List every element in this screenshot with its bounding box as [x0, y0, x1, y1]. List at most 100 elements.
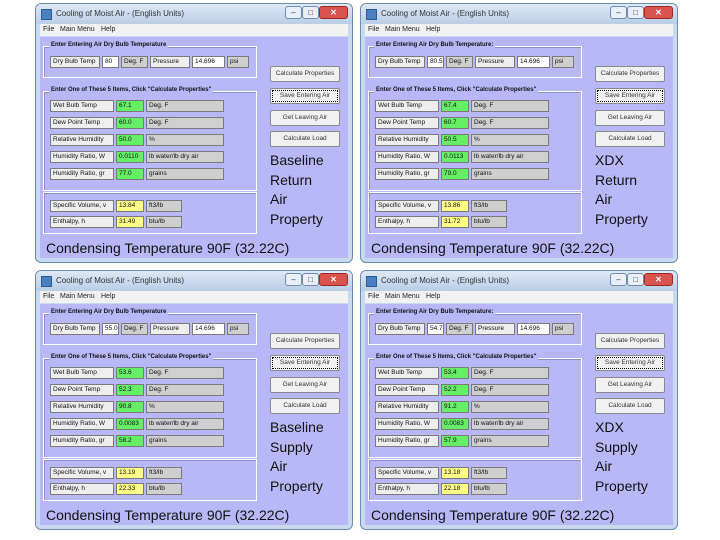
wet-bulb-unit: Deg. F: [146, 100, 224, 112]
specific-volume-value: 13.86: [441, 200, 469, 212]
relative-humidity-input[interactable]: 90.8: [116, 401, 144, 413]
minimize-icon[interactable]: –: [610, 6, 627, 19]
condensing-temperature-caption: Condensing Temperature 90F (32.22C): [46, 507, 290, 523]
close-icon[interactable]: ✕: [319, 6, 348, 19]
menu-file[interactable]: File: [43, 293, 54, 300]
humidity-ratio-w-input[interactable]: 0.0113: [441, 151, 469, 163]
minimize-icon[interactable]: –: [610, 273, 627, 286]
enthalpy-unit: btu/lb: [146, 216, 182, 228]
save-entering-air-button[interactable]: Save Entering Air: [270, 88, 340, 104]
humidity-ratio-w-input[interactable]: 0.0083: [116, 418, 144, 430]
close-icon[interactable]: ✕: [644, 6, 673, 19]
humidity-ratio-w-input[interactable]: 0.0110: [116, 151, 144, 163]
menu-help[interactable]: Help: [101, 26, 115, 33]
annotation-text: Baseline Supply Air Property: [270, 418, 324, 496]
relative-humidity-unit: %: [471, 401, 549, 413]
wet-bulb-input[interactable]: 67.4: [441, 100, 469, 112]
dry-bulb-input[interactable]: 54.7: [427, 323, 444, 335]
relative-humidity-input[interactable]: 50.0: [116, 134, 144, 146]
dry-bulb-input[interactable]: 80: [102, 56, 119, 68]
title-bar[interactable]: Cooling of Moist Air - (English Units) –…: [361, 271, 677, 291]
dew-point-input[interactable]: 60.7: [441, 117, 469, 129]
menu-main-menu[interactable]: Main Menu: [385, 26, 420, 33]
relative-humidity-input[interactable]: 50.5: [441, 134, 469, 146]
specific-volume-value: 13.18: [441, 467, 469, 479]
wet-bulb-input[interactable]: 67.1: [116, 100, 144, 112]
pressure-input[interactable]: 14.696: [192, 56, 225, 68]
menu-help[interactable]: Help: [426, 26, 440, 33]
results-group: Specific Volume, v 13.84 ft3/lb Enthalpy…: [43, 192, 257, 234]
maximize-icon[interactable]: □: [302, 273, 319, 286]
calculate-load-button[interactable]: Calculate Load: [270, 398, 340, 414]
calculate-properties-button[interactable]: Calculate Properties: [270, 66, 340, 82]
maximize-icon[interactable]: □: [302, 6, 319, 19]
dry-bulb-input[interactable]: 55.0: [102, 323, 119, 335]
pressure-input[interactable]: 14.696: [517, 323, 550, 335]
humidity-ratio-gr-input[interactable]: 77.0: [116, 168, 144, 180]
menu-file[interactable]: File: [43, 26, 54, 33]
save-entering-air-button[interactable]: Save Entering Air: [595, 355, 665, 371]
results-group: Specific Volume, v 13.18 ft3/lb Enthalpy…: [368, 459, 582, 501]
calculate-load-button[interactable]: Calculate Load: [595, 398, 665, 414]
menu-main-menu[interactable]: Main Menu: [385, 293, 420, 300]
properties-legend: Enter One of These 5 Items, Click "Calcu…: [49, 87, 214, 93]
title-bar[interactable]: Cooling of Moist Air - (English Units) –…: [361, 4, 677, 24]
specific-volume-value: 13.19: [116, 467, 144, 479]
title-bar[interactable]: Cooling of Moist Air - (English Units) –…: [36, 4, 352, 24]
dew-point-input[interactable]: 52.2: [441, 384, 469, 396]
specific-volume-label: Specific Volume, v: [50, 467, 114, 479]
calculate-load-button[interactable]: Calculate Load: [270, 131, 340, 147]
menu-help[interactable]: Help: [426, 293, 440, 300]
humidity-ratio-w-unit: lb water/lb dry air: [471, 418, 549, 430]
annotation-line: Air: [270, 191, 288, 207]
humidity-ratio-w-unit: lb water/lb dry air: [471, 151, 549, 163]
dry-bulb-input[interactable]: 80.5: [427, 56, 444, 68]
menu-main-menu[interactable]: Main Menu: [60, 293, 95, 300]
close-icon[interactable]: ✕: [644, 273, 673, 286]
pressure-label: Pressure: [150, 323, 190, 335]
calculate-properties-button[interactable]: Calculate Properties: [595, 333, 665, 349]
save-entering-air-button[interactable]: Save Entering Air: [595, 88, 665, 104]
close-icon[interactable]: ✕: [319, 273, 348, 286]
humidity-ratio-gr-input[interactable]: 58.2: [116, 435, 144, 447]
entering-air-legend: Enter Entering Air Dry Bulb Temperature: [49, 42, 169, 48]
get-leaving-air-button[interactable]: Get Leaving Air: [595, 377, 665, 393]
properties-group: Enter One of These 5 Items, Click "Calcu…: [368, 354, 582, 458]
humidity-ratio-gr-input[interactable]: 57.9: [441, 435, 469, 447]
entering-air-legend: Enter Entering Air Dry Bulb Temperature: [49, 309, 169, 315]
menu-main-menu[interactable]: Main Menu: [60, 26, 95, 33]
menu-file[interactable]: File: [368, 293, 379, 300]
menu-help[interactable]: Help: [101, 293, 115, 300]
dew-point-label: Dew Point Temp: [375, 384, 439, 396]
wet-bulb-input[interactable]: 53.6: [116, 367, 144, 379]
results-group: Specific Volume, v 13.86 ft3/lb Enthalpy…: [368, 192, 582, 234]
maximize-icon[interactable]: □: [627, 6, 644, 19]
humidity-ratio-gr-input[interactable]: 79.0: [441, 168, 469, 180]
get-leaving-air-button[interactable]: Get Leaving Air: [270, 377, 340, 393]
menu-file[interactable]: File: [368, 26, 379, 33]
calculate-load-button[interactable]: Calculate Load: [595, 131, 665, 147]
get-leaving-air-button[interactable]: Get Leaving Air: [595, 110, 665, 126]
pressure-input[interactable]: 14.696: [192, 323, 225, 335]
maximize-icon[interactable]: □: [627, 273, 644, 286]
dry-bulb-label: Dry Bulb Temp: [50, 56, 100, 68]
window-title: Cooling of Moist Air - (English Units): [381, 276, 510, 285]
humidity-ratio-w-input[interactable]: 0.0083: [441, 418, 469, 430]
title-bar[interactable]: Cooling of Moist Air - (English Units) –…: [36, 271, 352, 291]
dew-point-input[interactable]: 60.0: [116, 117, 144, 129]
annotation-line: Air: [595, 458, 613, 474]
window-title: Cooling of Moist Air - (English Units): [56, 9, 185, 18]
relative-humidity-input[interactable]: 91.2: [441, 401, 469, 413]
minimize-icon[interactable]: –: [285, 273, 302, 286]
enthalpy-value: 31.72: [441, 216, 469, 228]
wet-bulb-input[interactable]: 53.4: [441, 367, 469, 379]
pressure-input[interactable]: 14.696: [517, 56, 550, 68]
calculate-properties-button[interactable]: Calculate Properties: [270, 333, 340, 349]
save-entering-air-button[interactable]: Save Entering Air: [270, 355, 340, 371]
entering-air-legend: Enter Entering Air Dry Bulb Temperature:: [374, 309, 496, 315]
minimize-icon[interactable]: –: [285, 6, 302, 19]
annotation-line: Air: [595, 191, 613, 207]
get-leaving-air-button[interactable]: Get Leaving Air: [270, 110, 340, 126]
dew-point-input[interactable]: 52.3: [116, 384, 144, 396]
calculate-properties-button[interactable]: Calculate Properties: [595, 66, 665, 82]
